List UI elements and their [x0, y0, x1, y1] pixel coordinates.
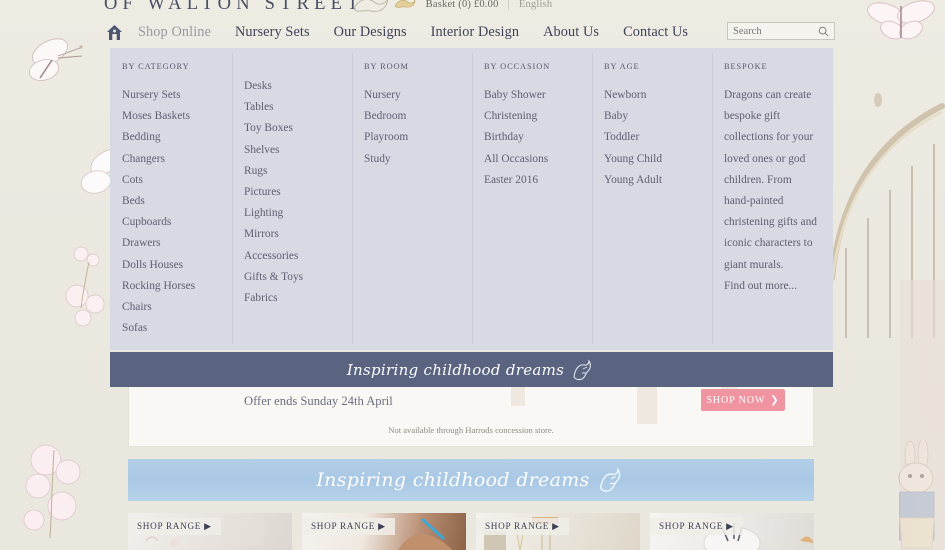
- menu-item-toy-boxes[interactable]: Toy Boxes: [244, 118, 352, 139]
- menu-item-drawers[interactable]: Drawers: [122, 233, 232, 254]
- menu-item-birthday[interactable]: Birthday: [484, 127, 592, 148]
- menu-item-rocking-horses[interactable]: Rocking Horses: [122, 276, 232, 297]
- dragon-logo-icon: [394, 0, 415, 8]
- mega-column-bespoke: BESPOKE Dragons can create bespoke gift …: [712, 48, 833, 350]
- search-icon[interactable]: [816, 24, 830, 38]
- light-tagline-banner: Inspiring childhood dreams: [128, 459, 814, 501]
- menu-item-rugs[interactable]: Rugs: [244, 161, 352, 182]
- mega-column-by-occasion: BY OCCASION Baby Shower Christening Birt…: [472, 48, 592, 350]
- mega-column-by-age: BY AGE Newborn Baby Toddler Young Child …: [592, 48, 712, 350]
- menu-item-baby-shower[interactable]: Baby Shower: [484, 85, 592, 106]
- menu-item-dolls-houses[interactable]: Dolls Houses: [122, 255, 232, 276]
- home-icon[interactable]: [104, 22, 124, 42]
- shop-range-label: SHOP RANGE ▶: [128, 518, 221, 535]
- shop-range-tile[interactable]: SHOP RANGE ▶: [302, 513, 466, 550]
- bespoke-description: Dragons can create bespoke gift collecti…: [724, 89, 818, 271]
- mega-menu-panel: BY CATEGORY Nursery Sets Moses Baskets B…: [110, 48, 833, 350]
- shop-now-button[interactable]: SHOP NOW ❯: [701, 389, 785, 411]
- language-selector[interactable]: English: [519, 0, 553, 10]
- nav-item-about-us[interactable]: About Us: [543, 24, 599, 41]
- menu-item-sofas[interactable]: Sofas: [122, 318, 232, 339]
- arrow-right-icon: ▶: [204, 521, 212, 531]
- menu-item-young-adult[interactable]: Young Adult: [604, 170, 712, 191]
- light-banner-text: Inspiring childhood dreams: [316, 469, 590, 491]
- shop-range-tile[interactable]: SHOP RANGE ▶: [128, 513, 292, 550]
- menu-item-cupboards[interactable]: Cupboards: [122, 212, 232, 233]
- arrow-right-icon: ▶: [726, 521, 734, 531]
- bespoke-find-out-more-link[interactable]: Find out more...: [724, 276, 833, 297]
- shop-range-tiles: SHOP RANGE ▶ SHOP RANGE ▶ SHOP RANGE ▶ S…: [128, 513, 814, 550]
- menu-item-accessories[interactable]: Accessories: [244, 246, 352, 267]
- menu-item-changers[interactable]: Changers: [122, 149, 232, 170]
- menu-item-young-child[interactable]: Young Child: [604, 149, 712, 170]
- menu-item-moses-baskets[interactable]: Moses Baskets: [122, 106, 232, 127]
- search-box[interactable]: [727, 22, 835, 40]
- shop-range-label: SHOP RANGE ▶: [650, 518, 743, 535]
- menu-item-christening[interactable]: Christening: [484, 106, 592, 127]
- menu-item-study[interactable]: Study: [364, 149, 472, 170]
- slate-banner-text: Inspiring childhood dreams: [346, 360, 565, 379]
- menu-item-nursery-sets[interactable]: Nursery Sets: [122, 85, 232, 106]
- promo-footnote: Not available through Harrods concession…: [388, 425, 554, 435]
- brand-name[interactable]: OF WALTON STREET: [104, 0, 364, 15]
- menu-item-shelves[interactable]: Shelves: [244, 140, 352, 161]
- shop-range-label: SHOP RANGE ▶: [302, 518, 395, 535]
- arrow-right-icon: ▶: [378, 521, 386, 531]
- mega-column-heading: BY OCCASION: [484, 62, 551, 71]
- menu-item-newborn[interactable]: Newborn: [604, 85, 712, 106]
- dragon-logo-icon: [573, 358, 592, 380]
- search-input[interactable]: [728, 23, 816, 39]
- utility-separator: |: [507, 0, 510, 10]
- menu-item-desks[interactable]: Desks: [244, 76, 352, 97]
- menu-item-cots[interactable]: Cots: [122, 170, 232, 191]
- menu-item-bedroom[interactable]: Bedroom: [364, 106, 472, 127]
- menu-item-nursery[interactable]: Nursery: [364, 85, 472, 106]
- menu-item-fabrics[interactable]: Fabrics: [244, 288, 352, 309]
- menu-item-toddler[interactable]: Toddler: [604, 127, 712, 148]
- nav-item-nursery-sets[interactable]: Nursery Sets: [235, 24, 310, 41]
- shop-range-tile[interactable]: SHOP RANGE ▶: [650, 513, 814, 550]
- menu-item-mirrors[interactable]: Mirrors: [244, 224, 352, 245]
- mega-column-heading: BESPOKE: [724, 62, 768, 71]
- mega-column-by-category: BY CATEGORY Nursery Sets Moses Baskets B…: [110, 48, 232, 350]
- mega-column-by-room: BY ROOM Nursery Bedroom Playroom Study: [352, 48, 472, 350]
- mega-column-by-category-continued: Desks Tables Toy Boxes Shelves Rugs Pict…: [232, 48, 352, 350]
- menu-item-all-occasions[interactable]: All Occasions: [484, 149, 592, 170]
- menu-item-playroom[interactable]: Playroom: [364, 127, 472, 148]
- slate-tagline-banner: Inspiring childhood dreams: [110, 352, 833, 387]
- dragon-logo-icon: [599, 467, 620, 492]
- dragon-logo-icon: [353, 0, 389, 12]
- nav-item-our-designs[interactable]: Our Designs: [334, 24, 407, 41]
- menu-item-bedding[interactable]: Bedding: [122, 127, 232, 148]
- menu-item-gifts-toys[interactable]: Gifts & Toys: [244, 267, 352, 288]
- mega-column-heading: BY AGE: [604, 62, 640, 71]
- nav-item-shop-online[interactable]: Shop Online: [138, 24, 211, 41]
- nav-item-contact-us[interactable]: Contact Us: [623, 24, 688, 41]
- mega-column-heading: BY CATEGORY: [122, 62, 190, 71]
- menu-item-pictures[interactable]: Pictures: [244, 182, 352, 203]
- menu-item-chairs[interactable]: Chairs: [122, 297, 232, 318]
- chevron-right-icon: ❯: [770, 394, 780, 406]
- nav-item-interior-design[interactable]: Interior Design: [431, 24, 519, 41]
- promo-subline: Offer ends Sunday 24th April: [244, 394, 393, 408]
- menu-item-lighting[interactable]: Lighting: [244, 203, 352, 224]
- menu-item-easter-2016[interactable]: Easter 2016: [484, 170, 592, 191]
- menu-item-baby[interactable]: Baby: [604, 106, 712, 127]
- shop-range-tile[interactable]: SHOP RANGE ▶: [476, 513, 640, 550]
- mega-column-heading: BY ROOM: [364, 62, 409, 71]
- main-navigation: Shop Online Nursery Sets Our Designs Int…: [104, 20, 712, 44]
- menu-item-beds[interactable]: Beds: [122, 191, 232, 212]
- menu-item-tables[interactable]: Tables: [244, 97, 352, 118]
- account-basket-link[interactable]: Basket (0) £0.00: [426, 0, 499, 10]
- shop-range-label: SHOP RANGE ▶: [476, 518, 569, 535]
- arrow-right-icon: ▶: [552, 521, 560, 531]
- shop-now-label: SHOP NOW: [706, 394, 766, 406]
